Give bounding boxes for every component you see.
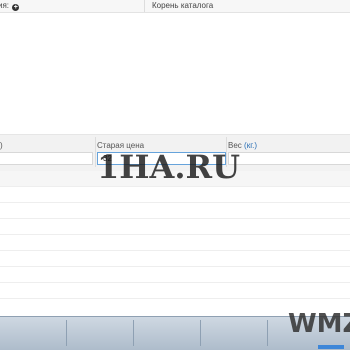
left-field-input[interactable] — [0, 152, 93, 165]
list-row — [0, 283, 350, 299]
taskbar-active-indicator — [318, 345, 344, 349]
add-plus-icon[interactable]: + — [12, 4, 20, 11]
catalog-root-label[interactable]: Корень каталога — [152, 1, 213, 10]
left-field-label: ) — [0, 141, 3, 150]
weight-unit-link[interactable]: (кг.) — [244, 141, 257, 150]
empty-rows — [0, 171, 350, 299]
taskbar-separator — [66, 320, 67, 346]
taskbar-separator — [133, 320, 134, 346]
weight-input[interactable] — [228, 152, 350, 165]
taskbar-separator — [267, 320, 268, 346]
site-watermark: 1HA.RU — [97, 148, 240, 186]
top-left-cell: ия: + — [0, 0, 145, 12]
list-row — [0, 267, 350, 283]
list-row — [0, 235, 350, 251]
top-left-label: ия: + — [0, 1, 20, 11]
list-row — [0, 251, 350, 267]
list-row — [0, 203, 350, 219]
list-row — [0, 187, 350, 203]
list-row — [0, 219, 350, 235]
top-left-label-text: ия: — [0, 1, 10, 10]
corner-watermark: WMZ — [288, 309, 350, 339]
column-divider — [95, 137, 96, 167]
top-field-bar: ия: + Корень каталога — [0, 0, 350, 13]
taskbar-separator — [200, 320, 201, 346]
